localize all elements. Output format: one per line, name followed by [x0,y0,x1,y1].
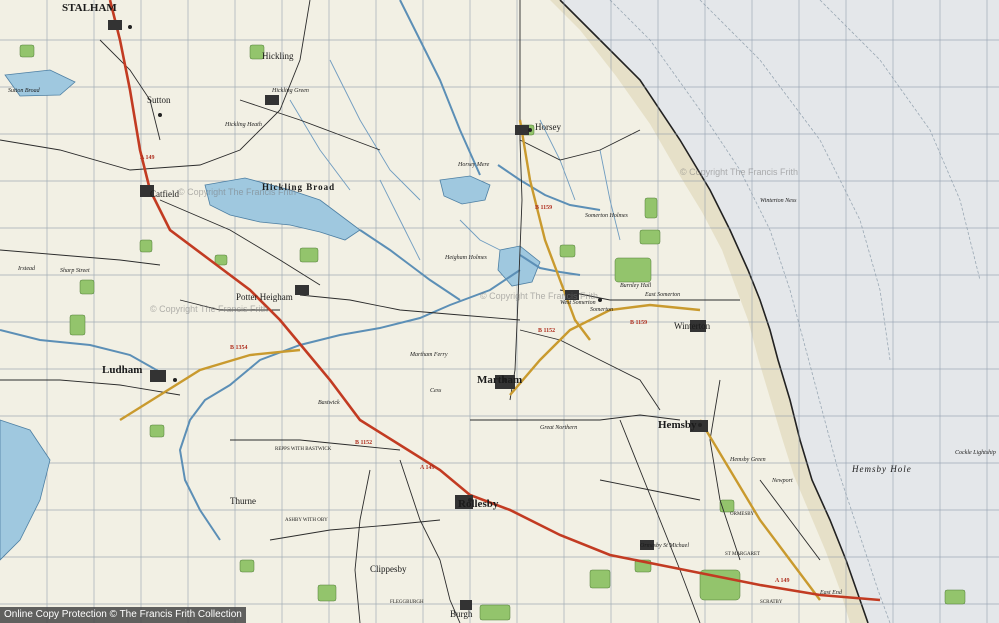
label-horsey: Horsey [535,122,561,132]
label-sutton: Sutton [147,95,171,105]
label-road-a149-east: A 149 [775,578,790,584]
label-catfield: Catfield [150,189,179,199]
label-hemsby-green: Hemsby Green [730,457,766,463]
label-potter-heigham: Potter Heigham [236,292,293,302]
label-road-a149-north: A 149 [140,155,155,161]
label-winterton-ness: Winterton Ness [760,198,797,204]
label-ashby-with-oby: ASHBY WITH OBY [285,518,328,523]
label-repps-with-bastwick: REPPS WITH BASTWICK [275,447,332,452]
watermark-right: © Copyright The Francis Frith [680,167,799,177]
label-fleggburgh: FLEGGBURGH [390,600,424,605]
label-burgh: Burgh [450,609,473,619]
label-hemsby-hole: Hemsby Hole [852,464,912,474]
label-martham: Martham [477,374,523,386]
label-road-b1152-martham: B 1152 [538,328,556,334]
label-hickling-heath: Hickling Heath [225,122,262,128]
label-hickling: Hickling [262,51,294,61]
label-great-northern: Great Northern [540,425,578,431]
label-ormesby: ORMESBY [730,512,755,517]
label-stalham: STALHAM [62,2,117,14]
label-somerton-hall: Burnley Hall [620,283,652,289]
label-hemsby: Hemsby [658,419,697,431]
label-sutton-broad: Sutton Broad [8,88,40,94]
label-scratby: SCRATBY [760,600,783,605]
label-bastwick: Bastwick [318,400,340,406]
map[interactable]: STALHAM Hickling Sutton Sutton Broad Hic… [0,0,999,623]
watermark-mid-left: © Copyright The Francis Frith [150,304,269,314]
label-clippesby: Clippesby [370,564,407,574]
label-martham-ferry: Martham Ferry [410,352,448,358]
label-road-b1354: B 1354 [230,345,248,351]
label-road-b1159: B 1159 [630,320,648,326]
label-sharp-street: Sharp Street [60,268,90,274]
label-horsey-mere: Horsey Mere [458,162,490,168]
watermark-top: © Copyright The Francis Frith [178,187,297,197]
label-road-b1152: B 1152 [355,440,373,446]
label-somerton-holmes: Somerton Holmes [585,213,628,219]
label-road-b1159-horsey: B 1159 [535,205,553,211]
label-ormesby-st-michael: Ormesby St Michael [640,543,689,549]
label-east-end: East End [820,590,842,596]
label-cess: Cess [430,388,442,394]
watermark-mid-center: © Copyright The Francis Frith [480,291,599,301]
label-winterton: Winterton [674,321,711,331]
label-hickling-green: Hickling Green [272,88,309,94]
label-somerton: Somerton [590,307,613,313]
label-ludham: Ludham [102,364,143,376]
label-newport: Newport [772,478,793,484]
label-st-margaret: ST MARGARET [725,552,761,557]
label-irstead: Irstead [18,266,35,272]
label-cockle-lightship: Cockle Lightship [955,450,996,456]
label-road-a149-south: A 149 [420,465,435,471]
label-thurne: Thurne [230,496,256,506]
label-heigham-holmes: Heigham Holmes [445,255,487,261]
label-east-somerton: East Somerton [645,292,681,298]
copyright-footer: Online Copy Protection © The Francis Fri… [0,607,246,623]
label-rollesby: Rollesby [458,498,499,510]
